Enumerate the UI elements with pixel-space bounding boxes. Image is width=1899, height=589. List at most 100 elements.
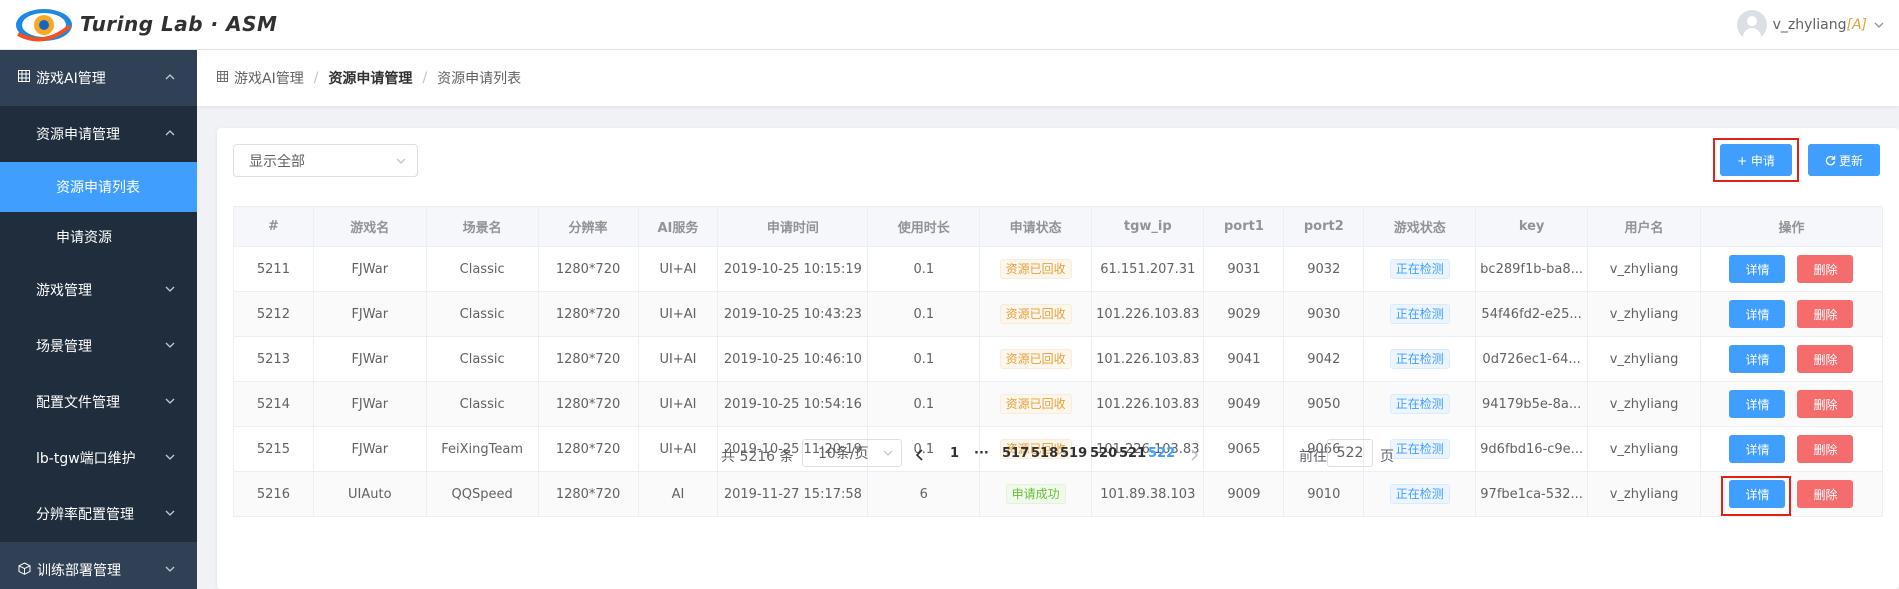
delete-button[interactable]: 删除 (1797, 480, 1854, 508)
chevron-up-icon (165, 74, 175, 80)
sidebar-item-label: 游戏管理 (36, 283, 92, 299)
page-ellipsis[interactable]: ··· (974, 446, 989, 461)
page-number[interactable]: 520 (1090, 446, 1117, 461)
page-number[interactable]: 518 (1031, 446, 1058, 461)
cell-p1: 9009 (1203, 471, 1285, 517)
cell-scene: Classic (425, 336, 539, 382)
breadcrumb-separator: / (313, 70, 319, 86)
sidebar-item-resolution[interactable]: 分辨率配置管理 (0, 486, 197, 542)
cell-ai: UI+AI (637, 291, 719, 337)
avatar (1736, 10, 1767, 40)
cell-p2: 9030 (1283, 291, 1365, 337)
chevron-down-icon (165, 398, 175, 404)
filter-select-value: 显示全部 (249, 153, 305, 170)
chevron-down-icon (396, 158, 406, 164)
sidebar-item-label: 资源申请管理 (36, 127, 120, 143)
sidebar-item-label: 配置文件管理 (36, 395, 120, 411)
column-header: port2 (1283, 206, 1365, 247)
cell-user: v_zhyliang (1587, 246, 1701, 292)
column-header: 游戏名 (312, 206, 427, 247)
cell-res: 1280*720 (537, 381, 639, 427)
apply-status-tag: 资源已回收 (999, 304, 1072, 324)
cell-p1: 9031 (1203, 246, 1285, 292)
cell-status: 申请成功 (979, 471, 1093, 517)
sidebar-item-lb-tgw[interactable]: lb-tgw端口维护 (0, 430, 197, 486)
cell-id: 5216 (233, 471, 314, 517)
brand-title: Turing Lab · ASM (80, 12, 278, 36)
cell-p2: 9050 (1283, 381, 1365, 427)
filter-select[interactable]: 显示全部 (233, 144, 418, 177)
delete-button[interactable]: 删除 (1797, 255, 1854, 283)
game-status-tag: 正在检测 (1389, 349, 1450, 369)
cell-ip: 101.226.103.83 (1091, 381, 1205, 427)
page-number[interactable]: 521 (1119, 446, 1146, 461)
cell-actions: 详情 删除 (1699, 381, 1884, 427)
user-role: [A] (1846, 17, 1867, 33)
cell-scene: Classic (425, 246, 539, 292)
page-number-current[interactable]: 522 (1148, 446, 1175, 461)
page-number[interactable]: 519 (1060, 446, 1087, 461)
cell-status: 资源已回收 (979, 381, 1093, 427)
breadcrumb-root[interactable]: 游戏AI管理 (234, 68, 304, 88)
delete-button[interactable]: 删除 (1797, 300, 1854, 328)
page-number[interactable]: 517 (1002, 446, 1029, 461)
apply-button[interactable]: + 申请 (1720, 144, 1792, 176)
sidebar-item-apply-resource[interactable]: 申请资源 (0, 212, 197, 262)
cell-key: 97fbe1ca-532... (1475, 471, 1589, 517)
detail-button[interactable]: 详情 (1729, 300, 1786, 328)
apply-status-tag: 资源已回收 (999, 259, 1072, 279)
sidebar-item-label: 资源申请列表 (56, 180, 140, 196)
column-header: 场景名 (425, 206, 539, 247)
chevron-down-icon (165, 342, 175, 348)
detail-button[interactable]: 详情 (1729, 390, 1786, 418)
sidebar-item-resource-list[interactable]: 资源申请列表 (0, 162, 197, 212)
page-size-select[interactable]: 10条/页 (802, 439, 902, 467)
cell-game: FJWar (312, 381, 427, 427)
delete-button[interactable]: 删除 (1797, 390, 1854, 418)
cell-scene: Classic (425, 291, 539, 337)
apply-status-tag: 资源已回收 (999, 394, 1072, 414)
game-status-tag: 正在检测 (1389, 259, 1450, 279)
column-header: 操作 (1699, 206, 1884, 247)
sidebar-item-train-deploy[interactable]: 训练部署管理 (0, 542, 197, 589)
cell-res: 1280*720 (537, 291, 639, 337)
cell-dur: 0.1 (867, 291, 981, 337)
cell-ai: AI (637, 471, 719, 517)
refresh-button[interactable]: 更新 (1808, 144, 1880, 176)
cell-ip: 101.226.103.83 (1091, 291, 1205, 337)
cell-gstatus: 正在检测 (1363, 291, 1477, 337)
cell-id: 5212 (233, 291, 314, 337)
column-header: port1 (1203, 206, 1285, 247)
breadcrumb-parent[interactable]: 资源申请管理 (328, 68, 412, 88)
cell-id: 5213 (233, 336, 314, 382)
prev-page-icon[interactable] (915, 449, 925, 461)
table-row: 5213 FJWar Classic 1280*720 UI+AI 2019-10-25 … (233, 336, 1884, 382)
delete-button[interactable]: 删除 (1797, 345, 1854, 373)
turing-lab-logo-icon (16, 9, 72, 42)
cell-game: FJWar (312, 246, 427, 292)
sidebar-item-game-manage[interactable]: 游戏管理 (0, 262, 197, 318)
page-number[interactable]: 1 (950, 446, 959, 461)
sidebar-item-scene-manage[interactable]: 场景管理 (0, 318, 197, 374)
next-page-icon[interactable] (1189, 449, 1199, 461)
username: v_zhyliang (1772, 17, 1847, 33)
sidebar-item-config-manage[interactable]: 配置文件管理 (0, 374, 197, 430)
grid-icon (18, 70, 30, 86)
main-card: 显示全部 + 申请 更新 # 游戏名 场景名 分辨率 AI服务 申请时间 使用时… (217, 128, 1899, 589)
sidebar-item-resource-apply[interactable]: 资源申请管理 (0, 106, 197, 162)
detail-button[interactable]: 详情 (1729, 255, 1786, 283)
sidebar-item-game-ai[interactable]: 游戏AI管理 (0, 50, 197, 106)
goto-page-input[interactable]: 522 (1327, 439, 1373, 467)
cell-time: 2019-10-25 10:43:23 (717, 291, 869, 337)
detail-button[interactable]: 详情 (1729, 345, 1786, 373)
table-body: 5211 FJWar Classic 1280*720 UI+AI 2019-10-25 … (233, 246, 1884, 517)
cell-actions: 详情 删除 (1699, 291, 1884, 337)
sidebar-item-label: 场景管理 (36, 339, 92, 355)
sidebar-item-label: lb-tgw端口维护 (36, 451, 136, 467)
chevron-up-icon (165, 130, 175, 136)
table-row: 5216 UIAuto QQSpeed 1280*720 AI 2019-11-27 15… (233, 471, 1884, 517)
goto-label: 前往 (1299, 449, 1327, 465)
user-menu[interactable]: v_zhyliang [A] (1736, 10, 1885, 40)
cell-game: UIAuto (312, 471, 427, 517)
column-header: # (233, 206, 314, 247)
